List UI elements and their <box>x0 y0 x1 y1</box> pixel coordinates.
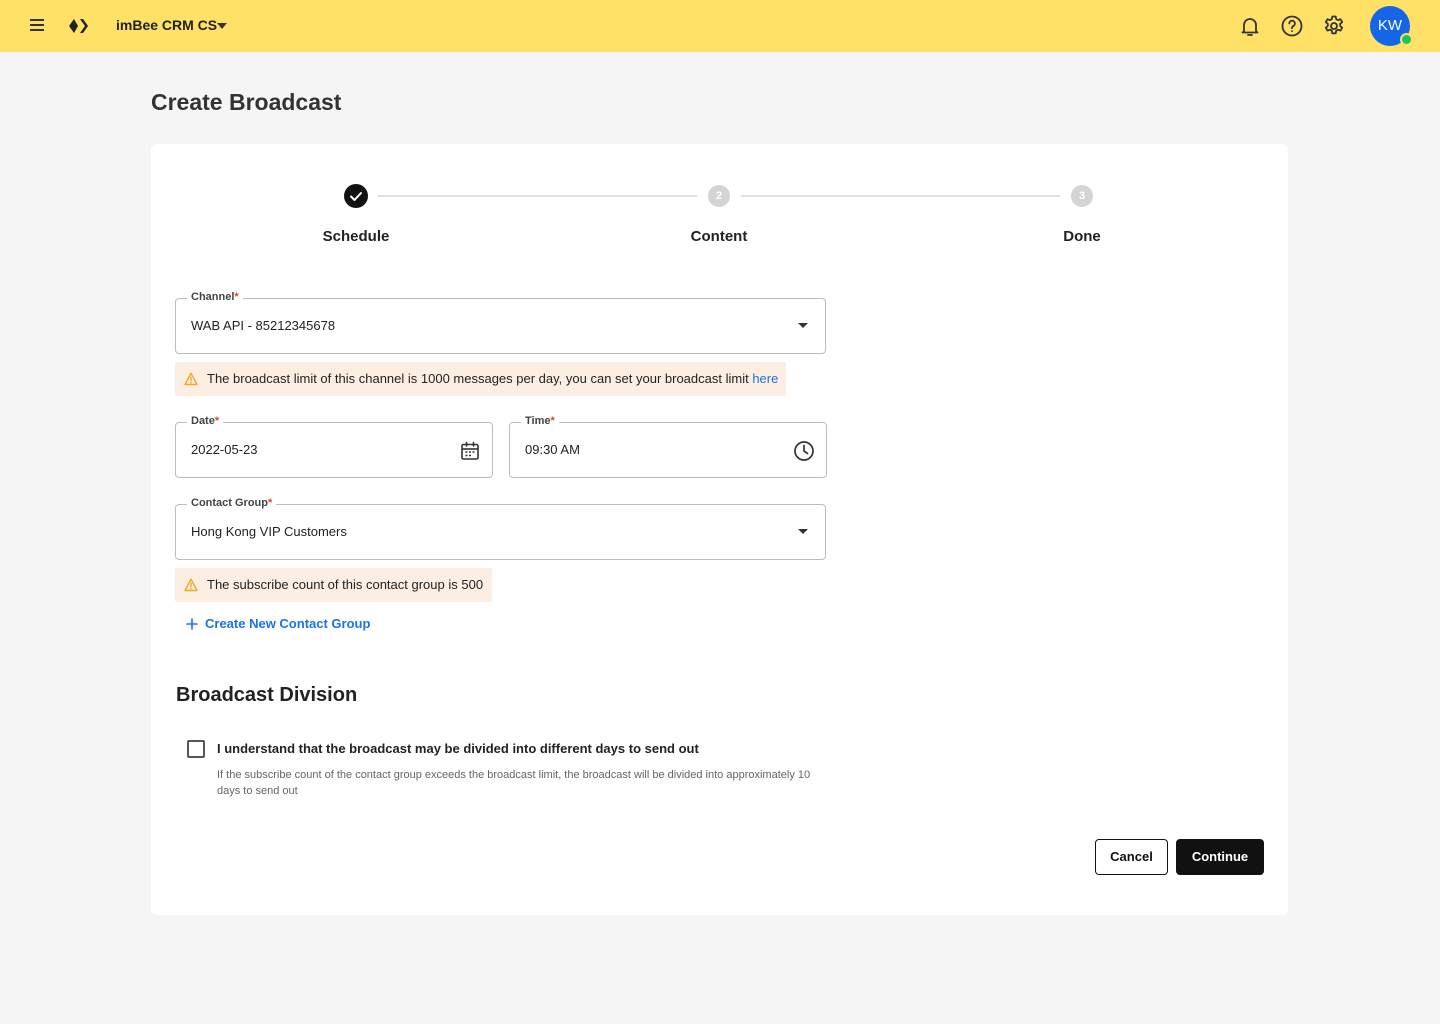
stepper-connector <box>741 195 1060 197</box>
gear-icon[interactable] <box>1322 14 1346 38</box>
calendar-icon[interactable] <box>459 440 481 462</box>
step-2-label: Content <box>690 228 748 245</box>
contact-group-value: Hong Kong VIP Customers <box>191 524 347 539</box>
time-label: Time* <box>521 415 559 427</box>
check-icon <box>350 192 362 201</box>
checkbox-help-text: If the subscribe count of the contact gr… <box>217 769 811 797</box>
dropdown-arrow-icon <box>798 529 808 534</box>
division-acknowledge-checkbox[interactable] <box>187 740 205 758</box>
broadcast-form-card: 2 3 Schedule Content Done Channel* WAB A… <box>151 144 1288 915</box>
time-value: 09:30 AM <box>525 442 580 457</box>
contact-group-label-text: Contact Group <box>191 497 268 509</box>
step-2-number: 2 <box>708 185 730 207</box>
warning-message: The broadcast limit of this channel is 1… <box>207 371 753 386</box>
online-status-dot <box>1400 33 1413 46</box>
continue-button[interactable]: Continue <box>1176 839 1264 875</box>
required-mark: * <box>214 415 220 427</box>
stepper-connector <box>378 195 697 197</box>
plus-icon <box>186 618 198 630</box>
warning-text: The broadcast limit of this channel is 1… <box>207 371 778 386</box>
contact-group-select[interactable]: Contact Group* Hong Kong VIP Customers <box>175 497 826 560</box>
time-label-text: Time <box>525 415 551 427</box>
dropdown-arrow-icon <box>798 323 808 328</box>
clock-icon[interactable] <box>793 440 815 462</box>
warning-text: The subscribe count of this contact grou… <box>207 577 484 592</box>
broadcast-limit-link[interactable]: here <box>752 371 778 386</box>
bell-icon[interactable] <box>1238 14 1262 38</box>
date-value: 2022-05-23 <box>191 442 258 457</box>
date-label-text: Date <box>191 415 215 427</box>
cancel-button[interactable]: Cancel <box>1095 839 1168 875</box>
channel-value: WAB API - 85212345678 <box>191 318 336 333</box>
page-title: Create Broadcast <box>151 89 342 115</box>
avatar-initials: KW <box>1377 17 1403 34</box>
top-bar: imBee CRM CS KW <box>0 0 1440 52</box>
step-3-number: 3 <box>1071 185 1093 207</box>
step-1-label: Schedule <box>322 228 390 245</box>
channel-limit-warning: The broadcast limit of this channel is 1… <box>175 362 786 396</box>
channel-label-text: Channel <box>191 291 235 303</box>
contact-group-label: Contact Group* <box>187 497 277 509</box>
time-field[interactable]: Time* 09:30 AM <box>509 415 827 478</box>
chevron-down-icon[interactable] <box>215 20 229 32</box>
warning-icon <box>184 578 198 592</box>
menu-icon[interactable] <box>26 16 48 36</box>
required-mark: * <box>268 497 273 509</box>
section-title: Broadcast Division <box>176 684 358 706</box>
warning-icon <box>184 372 198 386</box>
logo-icon[interactable] <box>66 16 92 36</box>
subscribe-count-warning: The subscribe count of this contact grou… <box>175 568 492 602</box>
create-contact-group-label: Create New Contact Group <box>205 616 371 631</box>
workspace-name[interactable]: imBee CRM CS <box>116 17 217 33</box>
checkbox-label[interactable]: I understand that the broadcast may be d… <box>217 741 699 756</box>
required-mark: * <box>234 291 239 303</box>
step-3-label: Done <box>1063 228 1101 245</box>
required-mark: * <box>550 415 555 427</box>
user-avatar[interactable]: KW <box>1370 6 1413 46</box>
help-icon[interactable] <box>1280 14 1304 38</box>
date-label: Date* <box>187 415 224 427</box>
channel-label: Channel* <box>187 291 243 303</box>
channel-select[interactable]: Channel* WAB API - 85212345678 <box>175 291 826 354</box>
date-field[interactable]: Date* 2022-05-23 <box>175 415 493 478</box>
step-1-complete-icon <box>344 184 368 208</box>
